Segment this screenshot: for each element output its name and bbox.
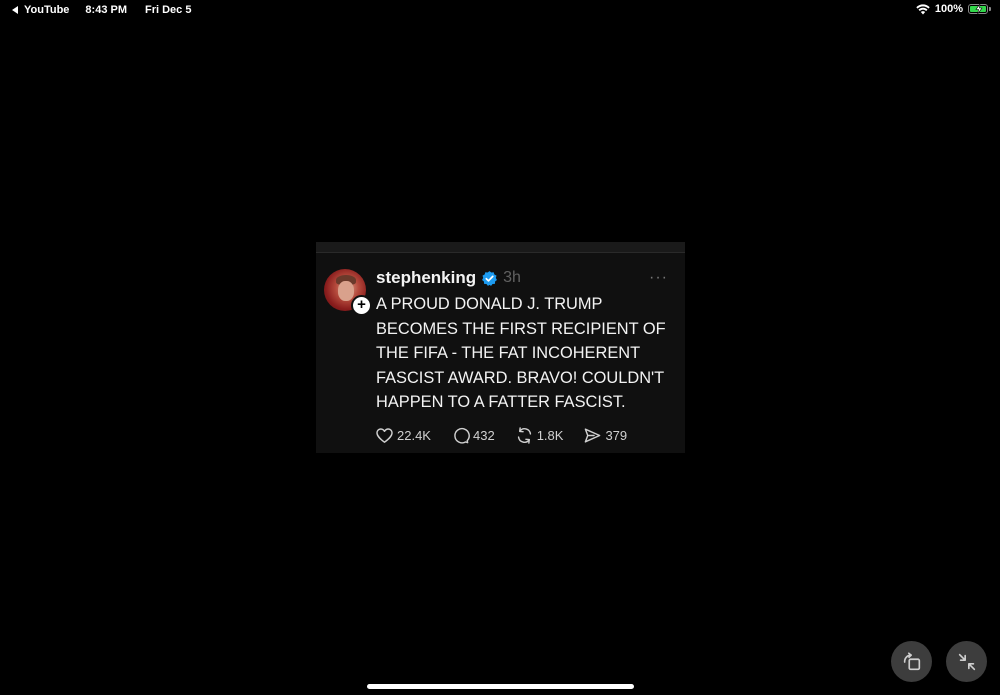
send-icon (585, 428, 601, 443)
status-time: 8:43 PM (85, 4, 127, 16)
status-indicators: 100% (916, 3, 991, 15)
back-app-label: YouTube (24, 4, 70, 16)
reply-button[interactable]: 432 (451, 426, 495, 445)
post-timestamp: 3h (503, 269, 521, 286)
home-indicator[interactable] (367, 684, 634, 689)
back-to-app[interactable]: YouTube 8:43 PM Fri Dec 5 (12, 4, 191, 16)
username[interactable]: stephenking (376, 268, 476, 288)
battery-charging-icon (968, 4, 991, 14)
back-arrow-icon (12, 6, 18, 14)
status-date: Fri Dec 5 (145, 4, 192, 16)
rotate-icon (903, 651, 920, 670)
avatar[interactable]: + (324, 269, 372, 316)
share-count: 379 (605, 428, 628, 443)
post-actions: 22.4K 432 1.8K 379 (375, 426, 647, 445)
repost-button[interactable]: 1.8K (515, 426, 564, 445)
wifi-icon (916, 3, 930, 14)
status-bar: YouTube 8:43 PM Fri Dec 5 100% (0, 0, 1000, 22)
more-options-icon[interactable]: ··· (649, 270, 668, 286)
battery-percent: 100% (934, 3, 963, 15)
collapse-button[interactable] (946, 641, 987, 682)
post-body: A PROUD DONALD J. TRUMP BECOMES THE FIRS… (376, 295, 666, 412)
follow-plus-icon[interactable]: + (351, 295, 372, 316)
repost-icon (517, 427, 531, 444)
comment-icon (454, 427, 470, 444)
repost-count: 1.8K (536, 428, 564, 443)
collapse-icon (958, 653, 975, 670)
card-top-strip (316, 242, 685, 253)
heart-icon (376, 428, 393, 443)
share-button[interactable]: 379 (583, 426, 627, 445)
like-button[interactable]: 22.4K (375, 426, 431, 445)
rotate-button[interactable] (891, 641, 932, 682)
reply-count: 432 (472, 428, 495, 443)
post-header: stephenking 3h (376, 268, 521, 288)
screen: YouTube 8:43 PM Fri Dec 5 100% + stephen… (0, 0, 1000, 695)
post-card[interactable]: + stephenking 3h ··· A PROUD DONALD J. T… (316, 242, 685, 453)
verified-badge-icon (482, 270, 498, 286)
like-count: 22.4K (397, 428, 431, 443)
